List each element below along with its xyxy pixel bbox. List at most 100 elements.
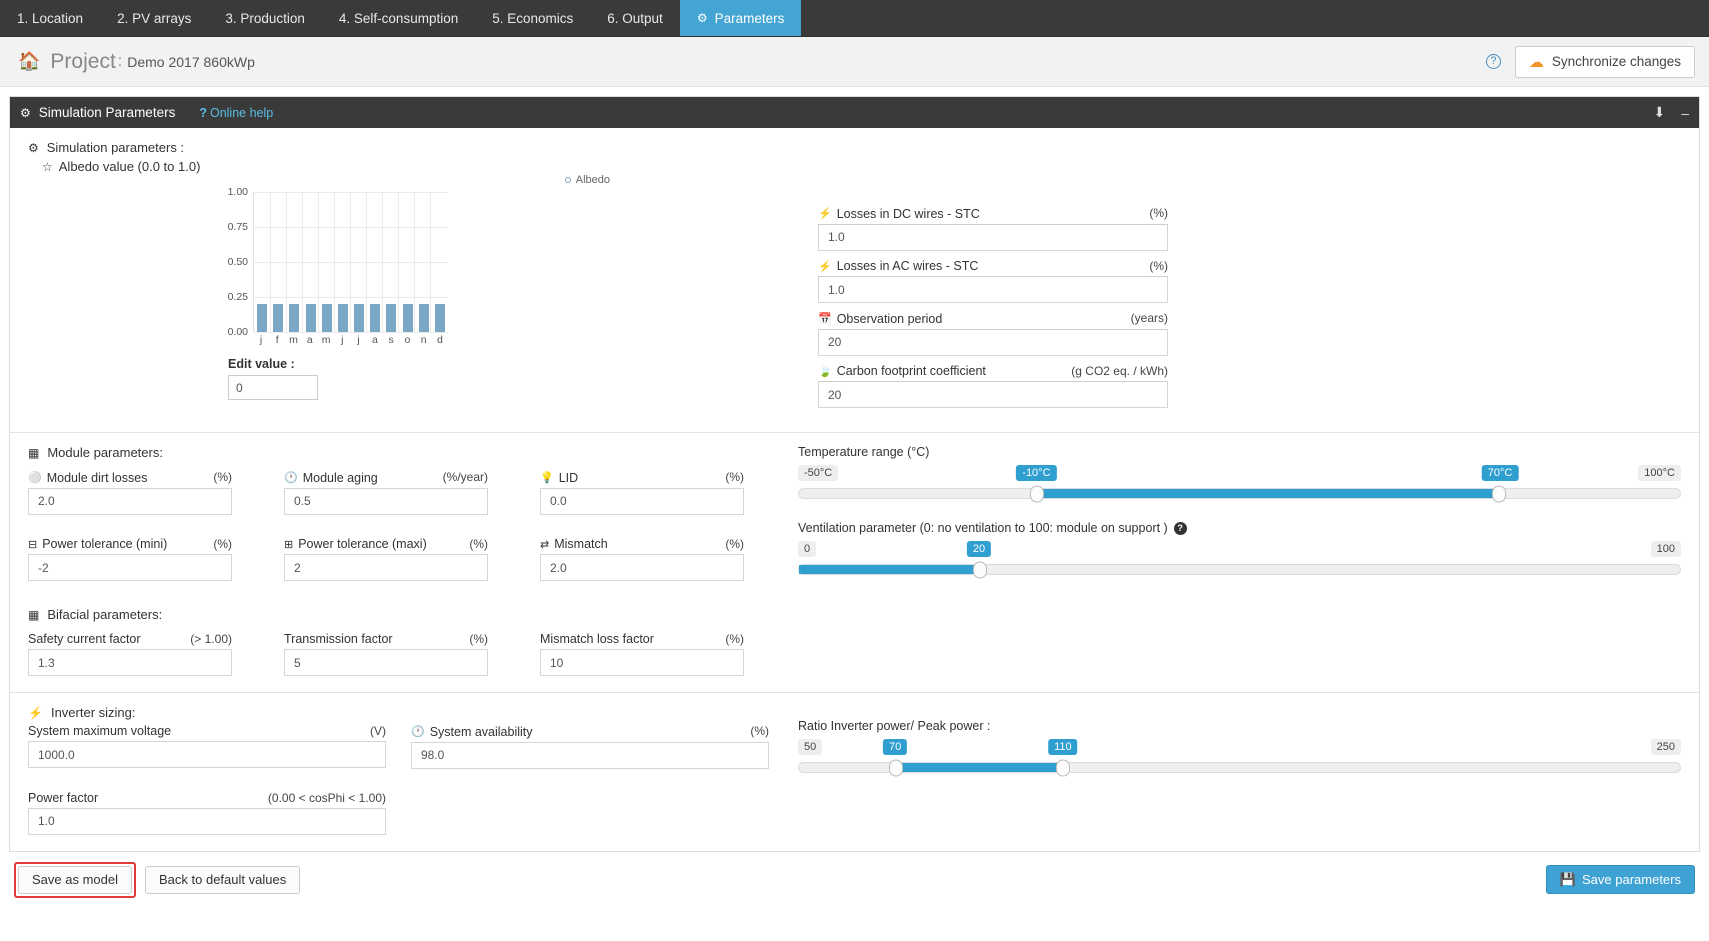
nav-tab-label: 6. Output (607, 10, 663, 26)
save-as-model-highlight: Save as model (14, 861, 136, 898)
ventilation-track[interactable] (798, 561, 1681, 578)
save-as-model-button[interactable]: Save as model (18, 865, 132, 894)
section-title-bifacial: ▦ Bifacial parameters: (28, 607, 788, 622)
edit-value-input[interactable] (228, 375, 318, 400)
online-help-label: Online help (209, 105, 274, 120)
system-max-voltage-input[interactable] (28, 741, 386, 768)
temperature-low-value: -10°C (1016, 465, 1057, 481)
nav-tab-self-consumption[interactable]: 4. Self-consumption (322, 0, 475, 36)
chart-bar (370, 304, 381, 332)
field-safety-current-factor: Safety current factor (> 1.00) (28, 632, 232, 676)
sliders-column: Temperature range (°C) -50°C -10°C 70°C … (788, 445, 1681, 676)
project-name: Demo 2017 860kWp (127, 53, 255, 70)
field-label: Carbon footprint coefficient (836, 364, 986, 378)
transmission-factor-input[interactable] (284, 649, 488, 676)
ratio-max-label: 250 (1650, 739, 1681, 755)
back-to-default-values-button[interactable]: Back to default values (145, 865, 301, 894)
nav-tab-production[interactable]: 3. Production (208, 0, 322, 36)
nav-tab-parameters[interactable]: ⚙ Parameters (679, 0, 802, 36)
temperature-range-track[interactable] (798, 485, 1681, 502)
field-unit: (%) (213, 470, 232, 484)
power-factor-input[interactable] (28, 807, 386, 835)
edit-value-group: Edit value : (228, 357, 788, 400)
field-unit: (%) (725, 632, 744, 646)
temperature-high-value: 70°C (1481, 465, 1519, 481)
shuffle-icon: ⇄ (540, 538, 550, 551)
ventilation-value-label: 20 (966, 541, 992, 557)
chart-bar (257, 304, 267, 332)
ventilation-min-label: 0 (798, 541, 817, 557)
home-icon[interactable]: 🏠 (18, 51, 40, 72)
field-observation-period: 📅 Observation period (years) (818, 311, 1168, 362)
lid-input[interactable] (540, 487, 744, 515)
field-unit: (V) (370, 724, 386, 738)
temperature-high-handle[interactable] (1492, 485, 1507, 502)
observation-period-input[interactable] (818, 329, 1168, 356)
field-unit: (%) (469, 632, 488, 646)
edit-value-label: Edit value : (228, 357, 295, 371)
field-system-availability: 🕐 System availability (%) (411, 724, 769, 769)
synchronize-changes-button[interactable]: ☁ Synchronize changes (1514, 45, 1695, 78)
ratio-slider-block: Ratio Inverter power/ Peak power : 50 70… (798, 719, 1681, 776)
mismatch-loss-factor-input[interactable] (540, 649, 744, 676)
download-icon[interactable]: ⬇ (1653, 104, 1665, 121)
carbon-footprint-input[interactable] (818, 382, 1168, 408)
chart-bar (321, 304, 332, 332)
field-label: Power tolerance (mini) (42, 537, 168, 551)
system-availability-input[interactable] (411, 741, 769, 769)
bolt-icon: ⚡ (818, 260, 832, 273)
chart-bar (418, 304, 429, 332)
field-unit: (years) (1130, 311, 1168, 325)
losses-dc-wires-input[interactable] (818, 224, 1168, 251)
y-axis-tick: 0.50 (227, 256, 248, 268)
field-label: System maximum voltage (28, 724, 172, 738)
field-label: Module aging (302, 470, 378, 485)
help-icon[interactable]: ? (1485, 54, 1501, 69)
losses-ac-wires-input[interactable] (818, 277, 1168, 303)
nav-tab-label: 4. Self-consumption (338, 10, 459, 26)
power-tolerance-max-input[interactable] (284, 554, 488, 581)
power-tolerance-min-input[interactable] (28, 554, 232, 581)
safety-current-factor-input[interactable] (28, 649, 232, 676)
module-dirt-losses-input[interactable] (28, 487, 232, 515)
project-header: 🏠 Project : Demo 2017 860kWp ? ☁ Synchro… (0, 37, 1709, 87)
section-title-inverter: ⚡ Inverter sizing: (28, 705, 788, 720)
ventilation-slider-block: Ventilation parameter (0: no ventilation… (798, 521, 1681, 578)
section-title-label: Bifacial parameters: (47, 607, 163, 622)
y-axis-tick: 1.00 (227, 186, 248, 198)
ratio-low-handle[interactable] (888, 759, 903, 776)
inverter-sizing-section: ⚡ Inverter sizing: System maximum voltag… (10, 693, 1699, 851)
field-label: Mismatch (554, 537, 608, 551)
chart-bar (434, 304, 445, 332)
chart-bar (354, 304, 365, 332)
online-help-link[interactable]: ? Online help (199, 106, 273, 120)
chart-legend: Albedo (564, 174, 610, 186)
minus-circle-icon: ⚪ (28, 472, 42, 484)
nav-tab-label: Parameters (714, 10, 785, 26)
ratio-high-handle[interactable] (1056, 759, 1071, 776)
ratio-slider-title: Ratio Inverter power/ Peak power : (798, 719, 991, 733)
nav-tab-economics[interactable]: 5. Economics (475, 0, 590, 36)
minimize-icon[interactable]: – (1681, 105, 1689, 121)
module-aging-input[interactable] (284, 487, 488, 515)
panel-title: Simulation Parameters (38, 105, 176, 120)
field-label: Power tolerance (maxi) (298, 537, 427, 551)
ratio-track[interactable] (798, 759, 1681, 776)
temperature-range-title: Temperature range (°C) (798, 445, 930, 459)
star-icon: ☆ (42, 159, 53, 174)
clock-icon: 🕐 (411, 726, 425, 738)
nav-tab-location[interactable]: 1. Location (0, 0, 100, 36)
chart-plot-area (253, 192, 448, 333)
help-icon[interactable]: ? (1173, 521, 1187, 535)
mismatch-input[interactable] (540, 554, 744, 581)
nav-tab-pv-arrays[interactable]: 2. PV arrays (100, 0, 208, 36)
temperature-low-handle[interactable] (1029, 485, 1044, 502)
ventilation-handle[interactable] (972, 561, 987, 578)
field-losses-ac-wires: ⚡ Losses in AC wires - STC (%) (818, 259, 1168, 310)
chart-bar (402, 304, 413, 332)
nav-tab-output[interactable]: 6. Output (590, 0, 680, 36)
grid-icon: ▦ (28, 445, 40, 460)
chart-bar (386, 304, 397, 332)
save-parameters-button[interactable]: 💾 Save parameters (1545, 865, 1695, 894)
field-label: Mismatch loss factor (540, 632, 654, 646)
